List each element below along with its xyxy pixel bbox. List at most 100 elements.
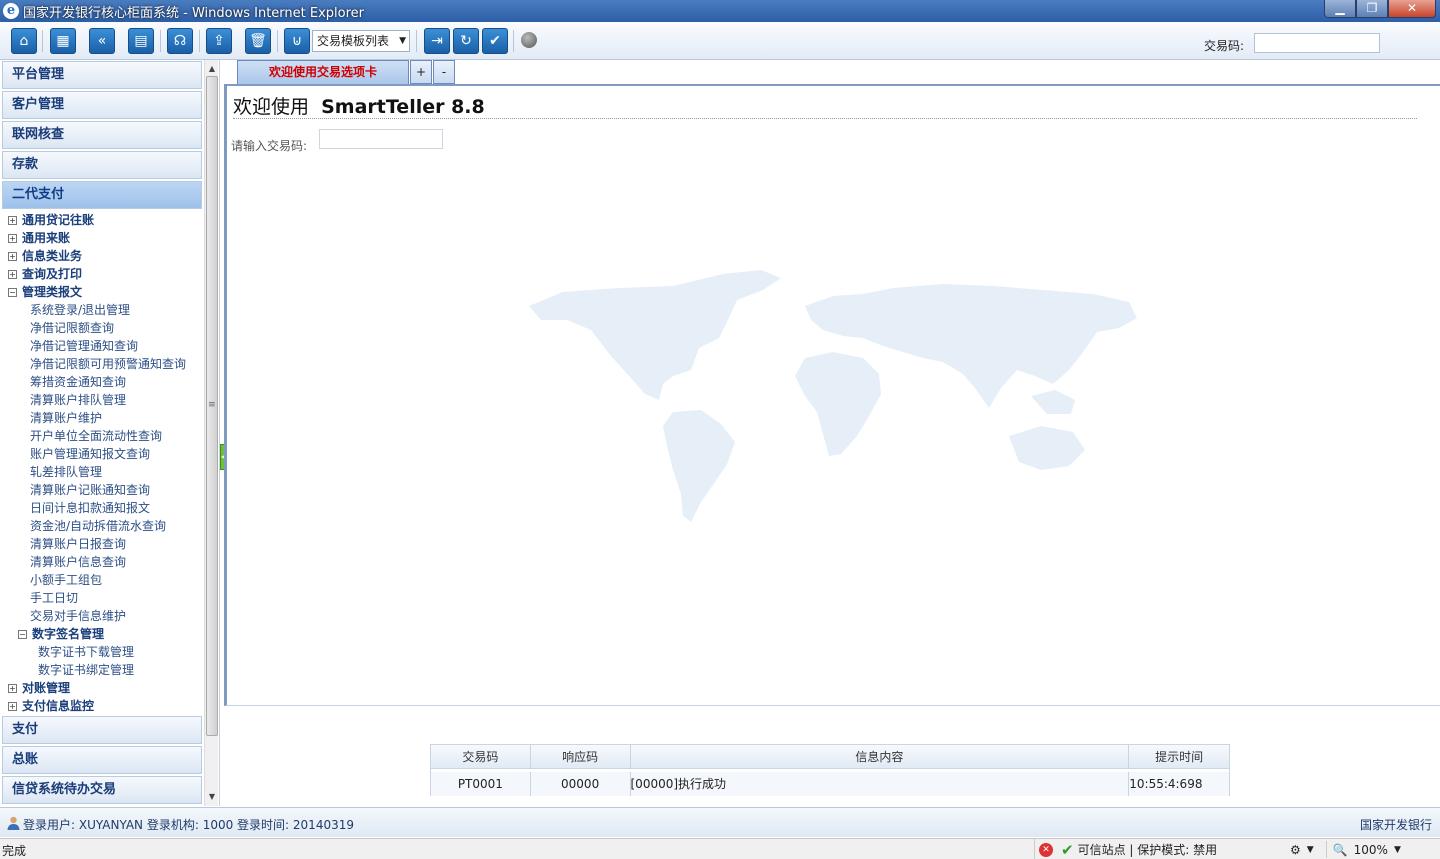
tree-leaf[interactable]: 清算账户排队管理	[8, 391, 204, 409]
panel-credit-pending[interactable]: 信贷系统待办交易	[2, 776, 202, 804]
tx-code-prompt-input[interactable]	[319, 129, 443, 149]
col-tx-code[interactable]: 交易码	[431, 745, 531, 768]
add-tab-button[interactable]: +	[410, 60, 432, 84]
calculator-icon[interactable]: ▦	[50, 28, 76, 54]
ie-logo-icon: e	[3, 3, 19, 19]
expand-plus-icon[interactable]: +	[8, 234, 17, 243]
refresh-icon[interactable]: ↻	[453, 28, 479, 54]
back-window-icon[interactable]: «	[89, 28, 115, 54]
confirm-check-icon[interactable]: ✔	[482, 28, 508, 54]
tab-welcome[interactable]: 欢迎使用交易选项卡	[237, 60, 409, 84]
trash-icon[interactable]: 🗑	[245, 28, 271, 54]
toolbar-divider	[416, 30, 417, 52]
tree-group-incoming[interactable]: + 通用来账	[8, 229, 204, 247]
tree-leaf[interactable]: 清算账户日报查询	[8, 535, 204, 553]
zoom-level[interactable]: 100%	[1354, 843, 1388, 857]
expand-plus-icon[interactable]: +	[8, 684, 17, 693]
tree-leaf[interactable]: 开户单位全面流动性查询	[8, 427, 204, 445]
bank-name: 国家开发银行	[1359, 818, 1432, 832]
tree-group-payment-monitor[interactable]: + 支付信息监控	[8, 697, 204, 715]
chevron-down-icon[interactable]: ▼	[1394, 845, 1401, 855]
toolbar-divider	[513, 30, 514, 52]
cell-tx-code: PT0001	[431, 772, 531, 796]
expand-plus-icon[interactable]: +	[8, 216, 17, 225]
expand-plus-icon[interactable]: +	[8, 702, 17, 711]
minimize-button[interactable]: ▁	[1324, 0, 1356, 18]
enter-icon[interactable]: ⇥	[424, 28, 450, 54]
welcome-heading: 欢迎使用 SmartTeller 8.8	[233, 96, 485, 118]
scroll-up-arrow-icon[interactable]: ▲	[205, 62, 219, 76]
home-icon[interactable]: ⌂	[11, 28, 37, 54]
tx-code-input[interactable]	[1254, 33, 1380, 53]
tree-leaf[interactable]: 净借记限额可用预警通知查询	[8, 355, 204, 373]
tree-group-digital-signature[interactable]: − 数字签名管理	[8, 625, 204, 643]
expand-plus-icon[interactable]: +	[8, 252, 17, 261]
main-area: 欢迎使用交易选项卡 + - 欢迎使用 SmartTeller 8.8 请输入交易…	[224, 60, 1440, 806]
panel-platform[interactable]: 平台管理	[2, 61, 202, 89]
tree-leaf[interactable]: 轧差排队管理	[8, 463, 204, 481]
tree-leaf[interactable]: 日间计息扣款通知报文	[8, 499, 204, 517]
world-map-watermark	[529, 270, 1137, 522]
security-zone[interactable]: ✕ ✔ 可信站点 | 保护模式: 禁用	[1034, 839, 1217, 859]
browser-status-controls: ⚙ ▼ 🔍 100% ▼	[1290, 839, 1407, 859]
login-info: 登录用户: XUYANYAN 登录机构: 1000 登录时间: 20140319	[23, 818, 354, 832]
tree-leaf[interactable]: 手工日切	[8, 589, 204, 607]
sidebar-scrollbar[interactable]: ▲ ≡ ▼	[204, 60, 218, 806]
toolbar-divider	[160, 30, 161, 52]
tree-group-management-messages[interactable]: − 管理类报文	[8, 283, 204, 301]
tree-leaf[interactable]: 系统登录/退出管理	[8, 301, 204, 319]
close-button[interactable]: ✕	[1388, 0, 1436, 18]
tree-leaf[interactable]: 资金池/自动拆借流水查询	[8, 517, 204, 535]
tree-leaf[interactable]: 清算账户维护	[8, 409, 204, 427]
tree-group-reconciliation[interactable]: + 对账管理	[8, 679, 204, 697]
window-title-bar: e 国家开发银行核心柜面系统 - Windows Internet Explor…	[0, 0, 1440, 22]
col-message[interactable]: 信息内容	[631, 745, 1130, 768]
tree-leaf[interactable]: 清算账户信息查询	[8, 553, 204, 571]
remove-tab-button[interactable]: -	[433, 60, 455, 84]
panel-customer[interactable]: 客户管理	[2, 91, 202, 119]
tree-leaf[interactable]: 数字证书下载管理	[8, 643, 204, 661]
message-grid: 交易码 响应码 信息内容 提示时间 PT0001 00000 [00000]执行…	[430, 744, 1230, 796]
panel-deposit[interactable]: 存款	[2, 151, 202, 179]
table-row[interactable]: PT0001 00000 [00000]执行成功 10:55:4:698	[431, 772, 1229, 796]
template-icon[interactable]: ⊍	[284, 28, 310, 54]
chevron-down-icon[interactable]: ▼	[1307, 845, 1314, 855]
col-response-code[interactable]: 响应码	[531, 745, 631, 768]
expand-plus-icon[interactable]: +	[8, 270, 17, 279]
tree-leaf[interactable]: 筹措资金通知查询	[8, 373, 204, 391]
maximize-button[interactable]: ❐	[1356, 0, 1388, 18]
panel-network-check[interactable]: 联网核查	[2, 121, 202, 149]
headset-icon[interactable]: ☊	[167, 28, 193, 54]
popup-blocked-icon[interactable]: ✕	[1039, 842, 1053, 857]
tree-group-query-print[interactable]: + 查询及打印	[8, 265, 204, 283]
protected-mode-icon[interactable]: ⚙	[1290, 843, 1301, 857]
panel-payment[interactable]: 支付	[2, 716, 202, 744]
cell-time: 10:55:4:698	[1129, 777, 1203, 791]
tree-leaf[interactable]: 清算账户记账通知查询	[8, 481, 204, 499]
status-indicator-icon	[521, 32, 537, 48]
panel-cnaps2[interactable]: 二代支付	[2, 181, 202, 209]
col-time[interactable]: 提示时间	[1129, 745, 1229, 768]
tree-group-info-business[interactable]: + 信息类业务	[8, 247, 204, 265]
tree-leaf[interactable]: 净借记限额查询	[8, 319, 204, 337]
tree-group-credit-outgoing[interactable]: + 通用贷记往账	[8, 211, 204, 229]
tree-leaf[interactable]: 账户管理通知报文查询	[8, 445, 204, 463]
tree-leaf[interactable]: 数字证书绑定管理	[8, 661, 204, 679]
tree-leaf[interactable]: 净借记管理通知查询	[8, 337, 204, 355]
tab-strip: 欢迎使用交易选项卡 + -	[224, 60, 1440, 86]
scroll-down-arrow-icon[interactable]: ▼	[205, 790, 219, 804]
tx-code-prompt-label: 请输入交易码:	[231, 139, 308, 153]
template-list-select[interactable]: 交易模板列表 ▼	[312, 30, 410, 52]
tree-leaf[interactable]: 小额手工组包	[8, 571, 204, 589]
collapse-minus-icon[interactable]: −	[18, 630, 27, 639]
panel-general-ledger[interactable]: 总账	[2, 746, 202, 774]
tree-leaf[interactable]: 交易对手信息维护	[8, 607, 204, 625]
login-status-bar: 登录用户: XUYANYAN 登录机构: 1000 登录时间: 20140319…	[0, 807, 1440, 837]
document-icon[interactable]: ▤	[128, 28, 154, 54]
tx-code-label: 交易码:	[1204, 39, 1245, 53]
upload-icon[interactable]: ⇪	[206, 28, 232, 54]
toolbar-divider	[42, 30, 43, 52]
collapse-minus-icon[interactable]: −	[8, 288, 17, 297]
message-grid-header: 交易码 响应码 信息内容 提示时间	[431, 745, 1229, 769]
grip-icon: ≡	[208, 400, 216, 410]
